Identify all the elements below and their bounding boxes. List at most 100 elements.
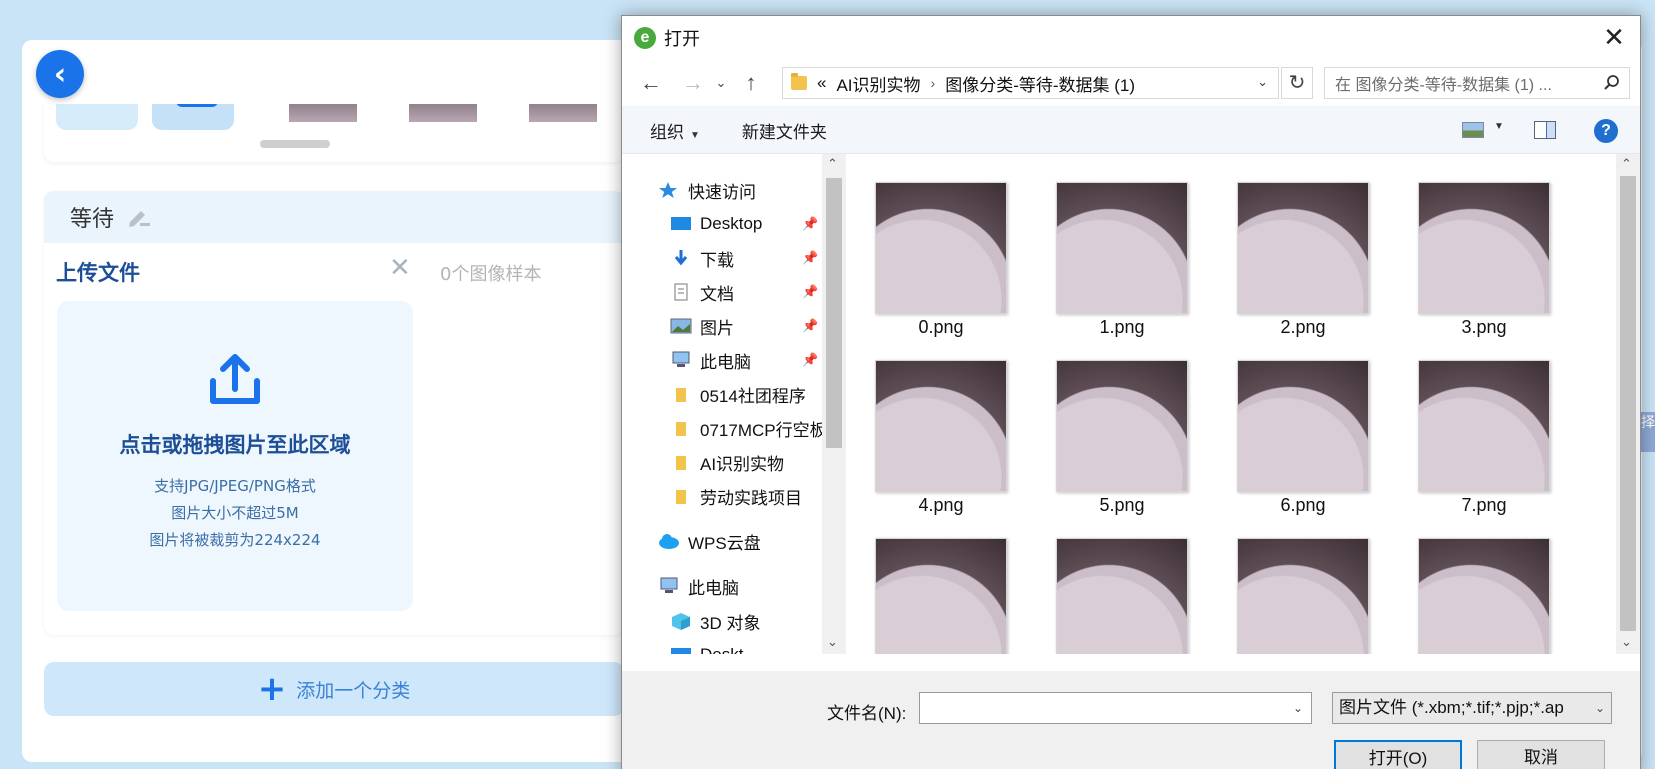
pin-icon[interactable]: 📌 bbox=[802, 284, 818, 300]
caret-down-icon[interactable]: ▼ bbox=[1494, 121, 1504, 132]
nav-item-label: Deskt bbox=[700, 645, 743, 654]
file-item[interactable]: 8.png bbox=[859, 522, 1019, 654]
help-icon[interactable]: ? bbox=[1594, 119, 1618, 143]
pictures-icon bbox=[670, 317, 692, 335]
address-prefix[interactable]: « bbox=[817, 73, 826, 93]
file-item[interactable]: 6.png bbox=[1221, 344, 1381, 515]
upload-dropzone[interactable]: 点击或拖拽图片至此区域 支持JPG/JPEG/PNG格式 图片大小不超过5M 图… bbox=[57, 301, 413, 611]
file-name: 0.png bbox=[918, 317, 964, 337]
image-thumbnail bbox=[1418, 360, 1550, 492]
chevron-up-icon[interactable]: ⌃ bbox=[827, 156, 838, 172]
file-item[interactable]: 1.png bbox=[1040, 166, 1200, 337]
nav-item-label: 图片 bbox=[700, 318, 734, 338]
upload-chip[interactable] bbox=[152, 104, 234, 130]
nav-item[interactable]: 劳动实践项目 bbox=[622, 480, 802, 512]
class-header: 等待 bbox=[44, 191, 624, 243]
nav-item[interactable]: AI识别实物 bbox=[622, 446, 784, 478]
scrollbar-thumb[interactable] bbox=[826, 178, 842, 448]
file-item[interactable]: 7.png bbox=[1402, 344, 1562, 515]
close-icon[interactable]: ✕ bbox=[389, 253, 411, 283]
breadcrumb-item[interactable]: AI识别实物 bbox=[836, 71, 920, 96]
file-item[interactable]: 0.png bbox=[859, 166, 1019, 337]
side-tab[interactable]: 择 bbox=[1641, 412, 1655, 452]
folder-icon bbox=[670, 487, 692, 505]
file-scrollbar[interactable]: ⌃ ⌄ bbox=[1616, 154, 1640, 654]
file-item[interactable]: 10.png bbox=[1221, 522, 1381, 654]
arrow-left-icon[interactable]: ← bbox=[636, 70, 666, 96]
dropzone-hints: 支持JPG/JPEG/PNG格式 图片大小不超过5M 图片将被裁剪为224x22… bbox=[57, 473, 413, 554]
nav-item[interactable]: Deskt bbox=[622, 639, 743, 654]
nav-item[interactable]: 0717MCP行空板 bbox=[622, 412, 822, 444]
view-mode-icon[interactable] bbox=[1462, 122, 1484, 138]
scrollbar-thumb[interactable] bbox=[1620, 176, 1636, 631]
organize-menu[interactable]: 组织 ▼ bbox=[650, 118, 700, 143]
search-icon[interactable] bbox=[1603, 74, 1621, 97]
sample-thumbnail[interactable] bbox=[289, 104, 357, 122]
image-thumbnail bbox=[1056, 538, 1188, 654]
file-item[interactable]: 4.png bbox=[859, 344, 1019, 515]
pin-icon[interactable]: 📌 bbox=[802, 352, 818, 368]
chevron-down-icon[interactable]: ⌄ bbox=[1621, 634, 1632, 650]
chevron-down-icon[interactable]: ⌄ bbox=[710, 75, 732, 91]
nav-item[interactable]: 快速访问 bbox=[622, 174, 756, 206]
new-folder-button[interactable]: 新建文件夹 bbox=[742, 118, 827, 143]
filename-input[interactable]: ⌄ bbox=[919, 692, 1312, 724]
file-item[interactable]: 9.png bbox=[1040, 522, 1200, 654]
nav-item-label: 0514社团程序 bbox=[700, 386, 806, 406]
filetype-select[interactable]: 图片文件 (*.xbm;*.tif;*.pjp;*.ap ⌄ bbox=[1332, 692, 1612, 724]
chevron-up-icon[interactable]: ⌃ bbox=[1621, 156, 1632, 172]
image-thumbnail bbox=[1237, 538, 1369, 654]
file-item[interactable]: 5.png bbox=[1040, 344, 1200, 515]
open-button[interactable]: 打开(O) bbox=[1334, 740, 1462, 769]
desktop-icon bbox=[670, 215, 692, 233]
strip-scrollbar[interactable] bbox=[260, 140, 330, 148]
open-file-dialog: e 打开 ✕ ← → ⌄ ↑ « AI识别实物 › 图像分类-等待-数据集 (1… bbox=[621, 15, 1641, 769]
nav-item[interactable]: 文档 bbox=[622, 276, 734, 308]
image-thumbnail bbox=[1056, 360, 1188, 492]
dialog-body: 快速访问 Desktop 📌 下载 📌 文档 📌 图片 📌 此电脑 📌 0514社团程序 0717MCP… bbox=[622, 154, 1640, 654]
nav-scrollbar[interactable]: ⌃ ⌄ bbox=[822, 154, 846, 654]
nav-item[interactable]: 此电脑 bbox=[622, 570, 739, 602]
refresh-icon[interactable]: ↻ bbox=[1281, 67, 1313, 99]
chevron-left-icon: ‹ bbox=[53, 56, 67, 92]
nav-item-label: 劳动实践项目 bbox=[700, 488, 802, 508]
cancel-button[interactable]: 取消 bbox=[1477, 740, 1605, 769]
nav-item[interactable]: 图片 bbox=[622, 310, 734, 342]
file-item[interactable]: 2.png bbox=[1221, 166, 1381, 337]
folder-icon bbox=[670, 419, 692, 437]
nav-item-label: AI识别实物 bbox=[700, 454, 785, 474]
navigation-pane: 快速访问 Desktop 📌 下载 📌 文档 📌 图片 📌 此电脑 📌 0514社团程序 0717MCP… bbox=[622, 154, 822, 654]
pin-icon[interactable]: 📌 bbox=[802, 318, 818, 334]
pin-icon[interactable]: 📌 bbox=[802, 250, 818, 266]
close-icon[interactable]: ✕ bbox=[1596, 22, 1632, 54]
chevron-right-icon[interactable]: › bbox=[931, 75, 936, 91]
nav-item-label: 快速访问 bbox=[688, 182, 756, 202]
chevron-down-icon[interactable]: ⌄ bbox=[1257, 74, 1268, 90]
breadcrumb-item[interactable]: 图像分类-等待-数据集 (1) bbox=[945, 71, 1135, 96]
address-bar[interactable]: « AI识别实物 › 图像分类-等待-数据集 (1) ⌄ bbox=[782, 67, 1279, 99]
back-button[interactable]: ‹ bbox=[36, 50, 84, 98]
nav-item[interactable]: 下载 bbox=[622, 242, 734, 274]
filename-label: 文件名(N): bbox=[827, 704, 907, 723]
nav-item[interactable]: WPS云盘 bbox=[622, 525, 761, 557]
search-input[interactable]: 在 图像分类-等待-数据集 (1) ... bbox=[1324, 67, 1630, 99]
sample-thumbnail[interactable] bbox=[409, 104, 477, 122]
file-item[interactable]: 3.png bbox=[1402, 166, 1562, 337]
pin-icon[interactable]: 📌 bbox=[802, 216, 818, 232]
arrow-up-icon[interactable]: ↑ bbox=[736, 70, 766, 96]
chevron-down-icon[interactable]: ⌄ bbox=[1293, 701, 1303, 715]
chevron-down-icon[interactable]: ⌄ bbox=[827, 634, 838, 650]
nav-item[interactable]: 此电脑 bbox=[622, 344, 751, 376]
file-item[interactable]: 11.png bbox=[1402, 522, 1562, 654]
edit-icon[interactable] bbox=[126, 205, 152, 229]
nav-item[interactable]: 0514社团程序 bbox=[622, 378, 806, 410]
arrow-right-icon[interactable]: → bbox=[678, 70, 708, 96]
nav-item[interactable]: 3D 对象 bbox=[622, 605, 760, 637]
nav-item-label: WPS云盘 bbox=[688, 533, 761, 553]
dialog-toolbar: 组织 ▼ 新建文件夹 ▼ ? bbox=[622, 106, 1640, 154]
add-class-button[interactable]: + 添加一个分类 bbox=[44, 662, 624, 716]
sample-thumbnail[interactable] bbox=[529, 104, 597, 122]
nav-item[interactable]: Desktop bbox=[622, 208, 762, 240]
preview-pane-icon[interactable] bbox=[1534, 121, 1556, 139]
webcam-chip[interactable] bbox=[56, 104, 138, 130]
